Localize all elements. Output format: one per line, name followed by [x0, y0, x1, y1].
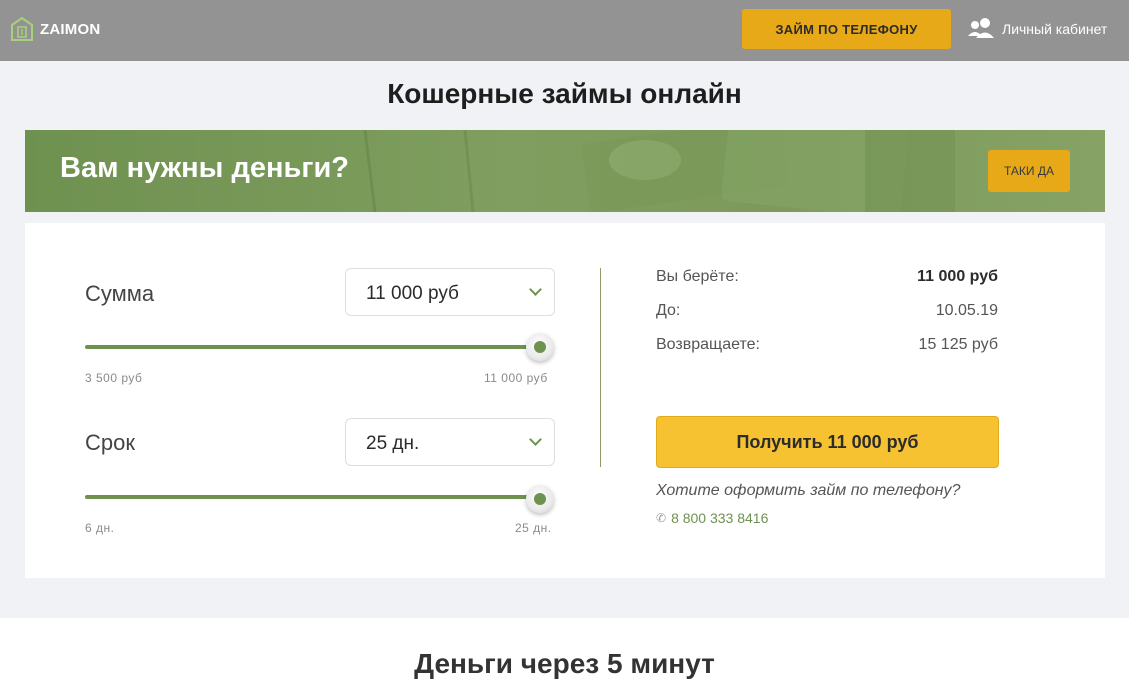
- promo-banner: Вам нужны деньги? ТАКИ ДА: [25, 130, 1105, 212]
- taki-da-button[interactable]: ТАКИ ДА: [988, 150, 1070, 192]
- banner-headline: Вам нужны деньги?: [60, 152, 349, 184]
- bottom-section: Деньги через 5 минут: [0, 618, 1129, 687]
- term-select[interactable]: 25 дн.: [345, 418, 555, 466]
- until-value: 10.05.19: [935, 302, 998, 319]
- section-title: Деньги через 5 минут: [414, 648, 715, 679]
- term-min-label: 6 дн.: [85, 521, 115, 535]
- term-slider-thumb[interactable]: [526, 485, 554, 513]
- personal-cabinet-link[interactable]: Личный кабинет: [966, 16, 1107, 42]
- phone-number-text: 8 800 333 8416: [671, 510, 769, 526]
- phone-question: Хотите оформить займ по телефону?: [656, 482, 961, 499]
- user-key-icon: [968, 18, 994, 38]
- logo[interactable]: ZAIMON: [10, 16, 100, 42]
- term-max-label: 25 дн.: [515, 521, 552, 535]
- get-loan-button[interactable]: Получить 11 000 руб: [656, 416, 999, 468]
- amount-label: Сумма: [85, 281, 155, 306]
- return-value: 15 125 руб: [918, 336, 998, 353]
- amount-max-label: 11 000 руб: [484, 371, 548, 385]
- term-label: Срок: [85, 430, 135, 455]
- page-title: Кошерные займы онлайн: [387, 78, 742, 109]
- return-label: Возвращаете:: [656, 336, 760, 353]
- vertical-divider: [600, 268, 601, 467]
- house-logo-icon: [11, 16, 33, 41]
- amount-min-label: 3 500 руб: [85, 371, 143, 385]
- take-value: 11 000 руб: [917, 268, 998, 285]
- amount-select[interactable]: 11 000 руб: [345, 268, 555, 316]
- top-header: ZAIMON ЗАЙМ ПО ТЕЛЕФОНУ Личный кабинет: [0, 0, 1129, 61]
- amount-slider-track[interactable]: [85, 345, 540, 349]
- chevron-down-icon: [529, 283, 542, 296]
- until-label: До:: [656, 302, 681, 319]
- take-label: Вы берёте:: [656, 268, 739, 285]
- logo-text: ZAIMON: [40, 20, 101, 38]
- amount-slider-thumb[interactable]: [526, 333, 554, 361]
- phone-loan-button[interactable]: ЗАЙМ ПО ТЕЛЕФОНУ: [742, 9, 951, 49]
- term-selected-value: 25 дн.: [366, 433, 420, 454]
- loan-calculator: Сумма 11 000 руб 3 500 руб 11 000 руб Ср…: [25, 223, 1105, 578]
- phone-icon: ✆: [656, 511, 667, 525]
- term-slider-track[interactable]: [85, 495, 540, 499]
- cabinet-label: Личный кабинет: [1002, 21, 1108, 37]
- amount-selected-value: 11 000 руб: [366, 283, 459, 304]
- chevron-down-icon: [529, 433, 542, 446]
- phone-number-link[interactable]: ✆ 8 800 333 8416: [656, 510, 768, 526]
